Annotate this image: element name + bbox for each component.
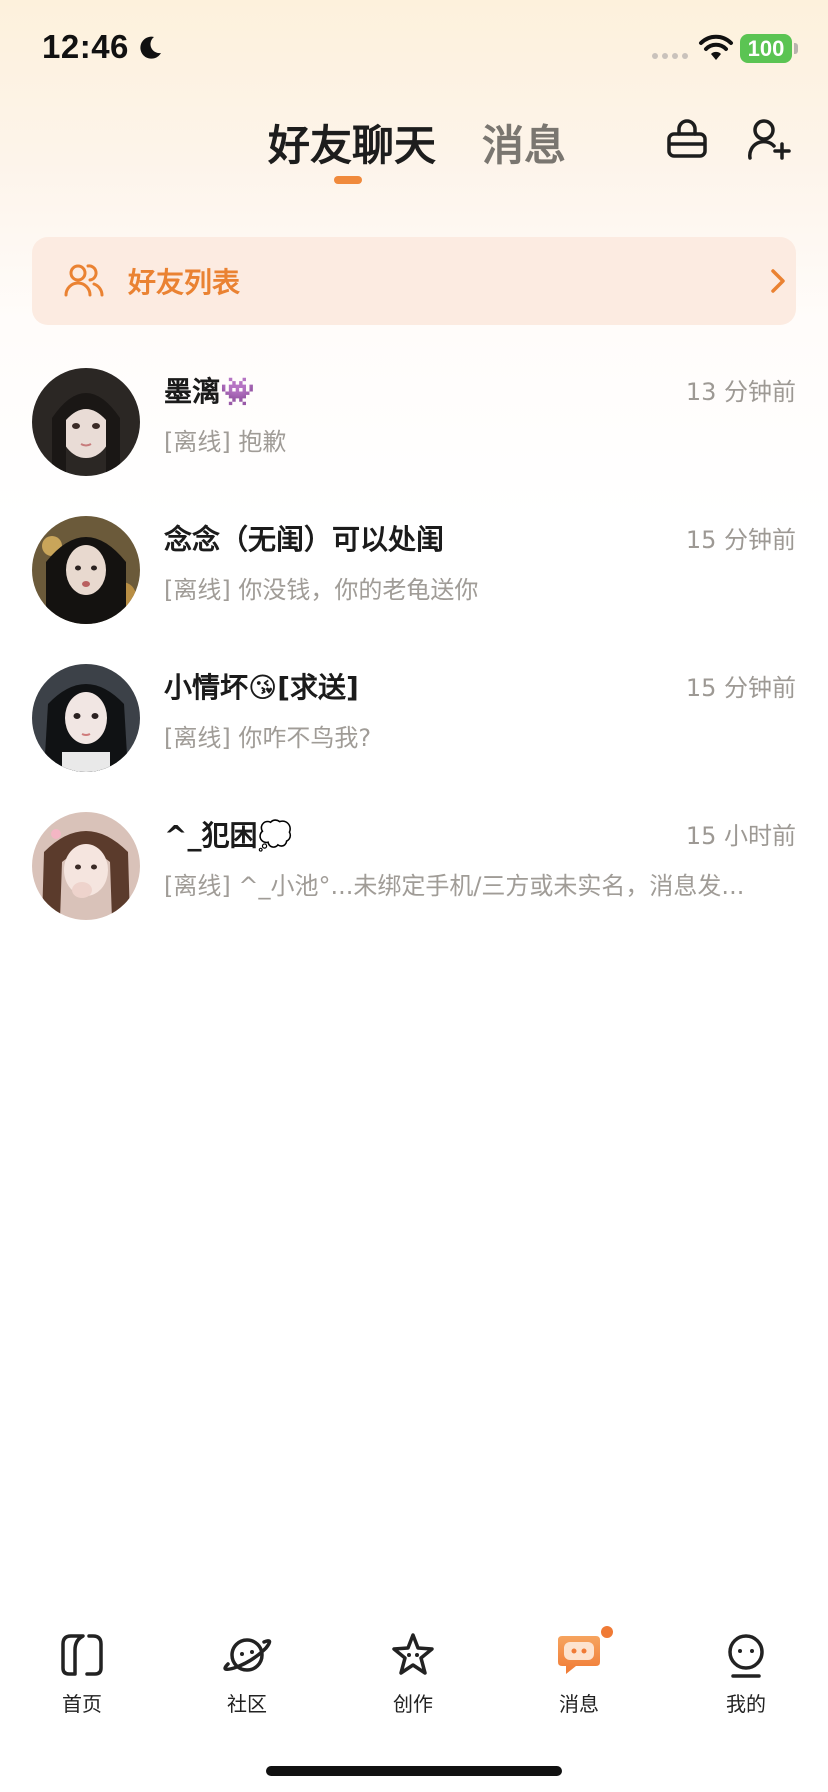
chat-item[interactable]: 小情坏😘[求送] 15 分钟前 [离线] 你咋不鸟我? — [0, 660, 828, 790]
nav-item-home[interactable]: 首页 — [32, 1630, 132, 1720]
cellular-signal-icon — [652, 53, 688, 59]
home-indicator — [266, 1766, 562, 1776]
basket-icon[interactable] — [664, 116, 710, 162]
chat-item[interactable]: 念念（无闺）可以处闺 15 分钟前 [离线] 你没钱，你的老龟送你 — [0, 512, 828, 642]
chat-preview: [离线] 你没钱，你的老龟送你 — [164, 576, 479, 604]
battery-indicator: 100 — [740, 34, 792, 63]
chat-name: ^_犯困💭 — [164, 819, 293, 852]
chevron-right-icon — [771, 269, 785, 293]
nav-item-community[interactable]: 社区 — [197, 1630, 297, 1720]
status-time: 12:46 — [42, 28, 129, 65]
nav-label: 首页 — [62, 1692, 102, 1716]
star-icon — [392, 1633, 434, 1675]
nav-label: 我的 — [726, 1692, 766, 1716]
chat-preview: [离线] 抱歉 — [164, 428, 287, 456]
moon-icon — [140, 36, 161, 59]
tab-friend-chat[interactable]: 好友聊天 — [268, 112, 436, 173]
avatar[interactable] — [32, 368, 140, 476]
profile-icon — [728, 1634, 764, 1678]
wifi-icon — [699, 34, 733, 60]
friend-list-label: 好友列表 — [128, 266, 241, 299]
active-tab-indicator — [334, 176, 362, 184]
chat-item[interactable]: ^_犯困💭 15 小时前 [离线] ^_小池°...未绑定手机/三方或未实名，消… — [0, 808, 828, 938]
avatar[interactable] — [32, 516, 140, 624]
chat-item[interactable]: 墨漓👾 13 分钟前 [离线] 抱歉 — [0, 364, 828, 494]
battery-cap — [794, 43, 798, 54]
chat-time: 15 分钟前 — [685, 674, 796, 702]
nav-item-create[interactable]: 创作 — [363, 1630, 463, 1720]
chat-time: 15 小时前 — [685, 822, 796, 850]
chat-preview: [离线] ^_小池°...未绑定手机/三方或未实名，消息发... — [164, 872, 745, 900]
home-icon — [61, 1634, 103, 1676]
nav-label: 消息 — [559, 1692, 599, 1716]
tab-messages[interactable]: 消息 — [482, 112, 566, 173]
unread-badge — [601, 1626, 613, 1638]
chat-name: 念念（无闺）可以处闺 — [164, 523, 445, 556]
nav-label: 社区 — [227, 1692, 267, 1716]
friends-icon — [64, 264, 104, 297]
chat-preview: [离线] 你咋不鸟我? — [164, 724, 372, 752]
chat-name: 墨漓👾 — [164, 375, 255, 408]
nav-label: 创作 — [393, 1692, 433, 1716]
avatar[interactable] — [32, 812, 140, 920]
nav-item-profile[interactable]: 我的 — [696, 1630, 796, 1720]
planet-icon — [223, 1638, 272, 1672]
message-icon — [558, 1636, 600, 1674]
screen: 12:46 100 好友聊天 消息 好友列表 墨漓👾 13 分钟前 [离线] 抱… — [0, 0, 828, 1792]
avatar[interactable] — [32, 664, 140, 772]
status-bar: 12:46 100 — [0, 0, 828, 100]
chat-time: 15 分钟前 — [685, 526, 796, 554]
chat-name: 小情坏😘[求送] — [164, 671, 359, 704]
add-friend-icon[interactable] — [746, 116, 792, 162]
friend-list-button[interactable]: 好友列表 — [32, 237, 796, 325]
nav-item-messages[interactable]: 消息 — [529, 1626, 629, 1720]
bottom-navigation: 首页 社区 创作 消息 我的 — [0, 1626, 828, 1720]
chat-time: 13 分钟前 — [685, 378, 796, 406]
